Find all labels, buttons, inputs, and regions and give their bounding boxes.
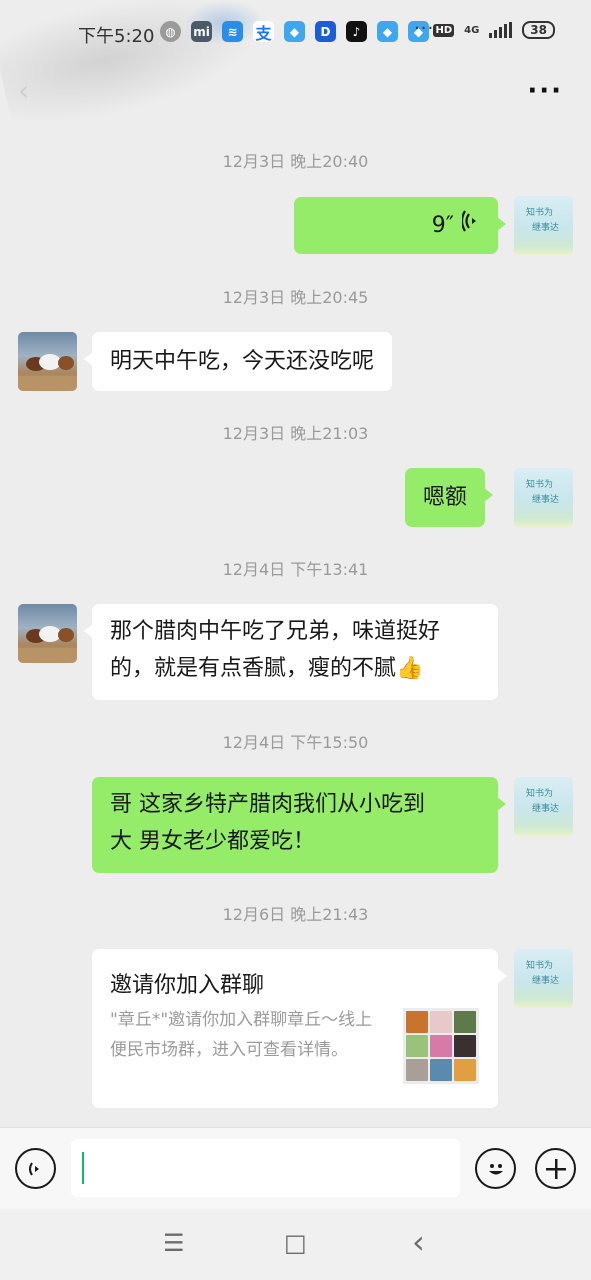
emoji-icon [488, 1163, 503, 1174]
back-nav-button[interactable]: ‹ [412, 1223, 425, 1261]
message-timestamp: 12月3日 晚上20:45 [222, 288, 369, 307]
wifi-app-icon: ≋ [222, 21, 243, 42]
group-invite-card[interactable]: 邀请你加入群聊 "章丘*"邀请你加入群聊章丘～线上便民市场群，进入可查看详情。 [92, 949, 498, 1108]
message-text: 明天中午吃，今天还没吃呢 [110, 349, 375, 374]
plus-icon [545, 1158, 566, 1179]
status-bar: 下午5:20 ◍ mi ≋ 支 ◆ D ♪ ◆ ◆ ··· HD 4G 38 [0, 0, 591, 136]
back-button[interactable]: ‹ [18, 74, 42, 108]
invite-card-tail [498, 969, 507, 983]
voice-message-bubble[interactable]: 9″ [294, 197, 506, 254]
more-functions-button[interactable] [535, 1148, 576, 1189]
globe-icon: ◍ [160, 21, 181, 42]
notification-icons: ◍ mi ≋ 支 ◆ D ♪ ◆ ◆ [160, 21, 429, 43]
message-bubble[interactable]: 那个腊肉中午吃了兄弟，味道挺好 的，就是有点香腻，瘦的不腻👍 [84, 604, 498, 700]
hd-badge: HD [433, 23, 455, 37]
invite-description: "章丘*"邀请你加入群聊章丘～线上便民市场群，进入可查看详情。 [110, 1010, 373, 1060]
battery-indicator: 38 [522, 21, 555, 39]
cloud-app-icon: ◆ [284, 21, 305, 42]
message-timestamp: 12月6日 晚上21:43 [222, 905, 369, 924]
mi-store-icon: mi [191, 21, 212, 42]
emoji-button[interactable] [475, 1148, 516, 1189]
tiktok-icon: ♪ [346, 21, 367, 42]
contact-avatar[interactable] [18, 332, 77, 391]
message-timestamp: 12月4日 下午13:41 [222, 560, 369, 579]
message-input[interactable] [71, 1139, 460, 1197]
more-notifications: ··· [414, 18, 435, 39]
menu-nav-button[interactable]: ☰ [163, 1229, 185, 1257]
text-cursor [82, 1152, 84, 1184]
voice-icon [28, 1161, 39, 1176]
message-timestamp: 12月4日 下午15:50 [222, 733, 369, 752]
signal-icon [489, 22, 513, 38]
self-avatar[interactable]: 知书为 继事达 [514, 949, 573, 1008]
message-bubble[interactable]: 嗯额 [405, 468, 494, 527]
message-timestamp: 12月3日 晚上21:03 [222, 424, 369, 443]
contact-avatar[interactable] [18, 604, 77, 663]
message-text-line: 的，就是有点香腻，瘦的不腻👍 [110, 656, 424, 681]
message-timestamp: 12月3日 晚上20:40 [222, 152, 369, 171]
message-text-line: 哥 这家乡特产腊肉我们从小吃到 [110, 792, 425, 817]
voice-duration: 9″ [431, 213, 454, 238]
network-type: 4G [464, 24, 480, 36]
self-avatar[interactable]: 知书为 继事达 [514, 777, 573, 836]
d-app-icon: D [315, 21, 336, 42]
more-options-button[interactable]: ··· [527, 76, 563, 106]
message-bubble[interactable]: 明天中午吃，今天还没吃呢 [83, 332, 393, 391]
system-nav-bar: ☰ □ ‹ [0, 1209, 591, 1280]
voice-input-button[interactable] [15, 1148, 56, 1189]
message-text: 嗯额 [423, 485, 468, 510]
cloud-app-icon: ◆ [377, 21, 398, 42]
status-time: 下午5:20 [78, 26, 155, 47]
group-thumbnail [403, 1008, 479, 1084]
home-nav-button[interactable]: □ [284, 1229, 307, 1257]
message-text-line: 那个腊肉中午吃了兄弟，味道挺好 [110, 619, 441, 644]
voice-wave-icon [460, 207, 480, 244]
self-avatar[interactable]: 知书为 继事达 [514, 196, 573, 255]
alipay-icon: 支 [253, 21, 274, 43]
horses-image [18, 626, 77, 663]
message-bubble[interactable]: 哥 这家乡特产腊肉我们从小吃到 大 男女老少都爱吃！ [92, 777, 506, 873]
input-bar [0, 1127, 591, 1209]
invite-title: 邀请你加入群聊 [110, 973, 265, 998]
status-indicators: HD 4G 38 [433, 21, 555, 39]
thumbs-up-emoji: 👍 [396, 656, 424, 681]
self-avatar[interactable]: 知书为 继事达 [514, 468, 573, 527]
horses-image [18, 354, 77, 391]
message-text-line: 大 男女老少都爱吃！ [110, 829, 315, 854]
